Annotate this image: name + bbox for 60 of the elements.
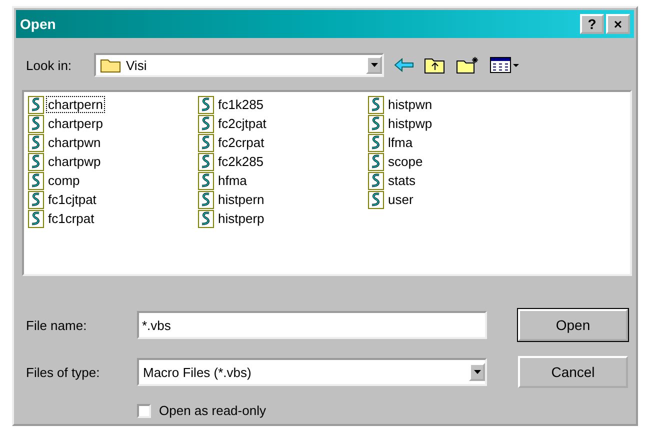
file-item[interactable]: comp [28,171,198,190]
file-item[interactable]: stats [368,171,538,190]
window-title: Open [20,16,57,32]
file-item[interactable]: hfma [198,171,368,190]
script-file-icon [198,190,214,208]
file-item[interactable]: histpwp [368,114,538,133]
dropdown-arrow-icon[interactable] [370,63,378,67]
view-menu-icon[interactable] [490,57,520,73]
file-item[interactable]: scope [368,152,538,171]
script-file-icon [28,190,44,208]
script-file-icon [368,152,384,170]
script-file-icon [368,96,384,114]
file-item[interactable]: histpern [198,190,368,209]
file-item[interactable]: fc1k285 [198,95,368,114]
dropdown-arrow-icon[interactable] [474,370,480,374]
open-button[interactable]: Open [518,309,628,341]
script-file-icon [368,114,384,132]
file-item[interactable]: chartperp [28,114,198,133]
file-type-label: Files of type: [26,364,101,380]
file-item[interactable]: lfma [368,133,538,152]
file-item[interactable]: fc2crpat [198,133,368,152]
script-file-icon [28,152,44,170]
file-item[interactable]: fc2cjtpat [198,114,368,133]
look-in-label: Look in: [26,58,73,72]
cancel-button[interactable]: Cancel [518,356,628,388]
file-item[interactable]: histperp [198,209,368,228]
script-file-icon [198,210,214,228]
script-file-icon [198,114,214,132]
read-only-checkbox[interactable] [137,404,151,418]
script-file-icon [28,172,44,190]
script-file-icon [28,96,44,114]
script-file-icon [198,172,214,190]
file-item[interactable]: fc2k285 [198,152,368,171]
file-type-dropdown[interactable]: Macro Files (*.vbs) [137,358,487,386]
script-file-icon [28,210,44,228]
file-item[interactable]: user [368,190,538,209]
read-only-label: Open as read-only [159,403,266,418]
file-item[interactable]: fc1cjtpat [28,190,198,209]
script-file-icon [368,134,384,152]
close-button[interactable]: × [606,14,630,34]
script-file-icon [368,190,384,208]
file-name-field[interactable]: *.vbs [137,311,487,339]
up-folder-icon[interactable] [424,56,446,74]
file-item[interactable]: fc1crpat [28,209,198,228]
script-file-icon [198,152,214,170]
file-item[interactable]: chartpern [28,95,198,114]
help-button[interactable]: ? [580,14,604,34]
folder-icon [100,57,122,73]
script-file-icon [28,114,44,132]
script-file-icon [28,134,44,152]
file-item[interactable]: chartpwp [28,152,198,171]
back-arrow-icon[interactable] [394,58,414,72]
file-item[interactable]: chartpwn [28,133,198,152]
script-file-icon [198,96,214,114]
new-folder-icon[interactable] [456,56,480,74]
script-file-icon [198,134,214,152]
script-file-icon [368,172,384,190]
file-name-label: File name: [26,318,88,332]
file-item[interactable]: histpwn [368,95,538,114]
look-in-dropdown[interactable]: Visi [94,53,384,77]
